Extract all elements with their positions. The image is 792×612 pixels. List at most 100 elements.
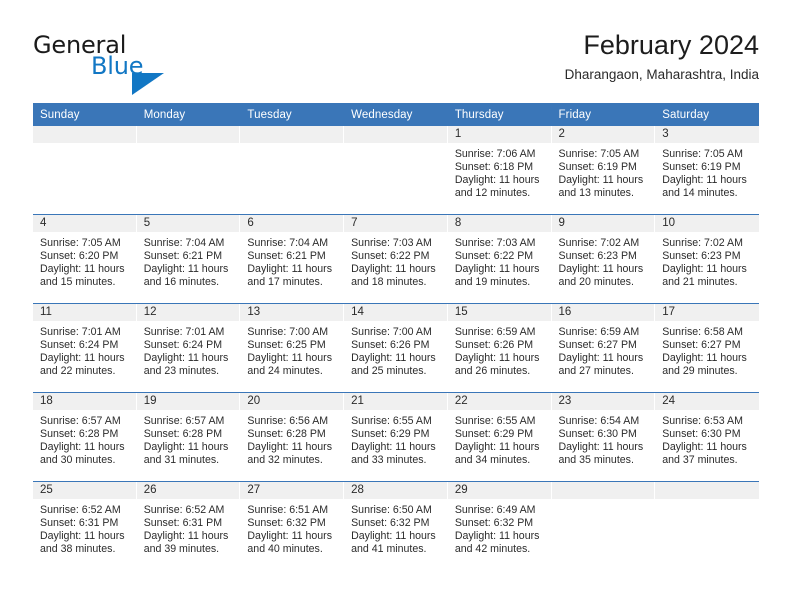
- day-cell-inner: [655, 482, 759, 570]
- calendar-day-cell[interactable]: 2 Sunrise: 7:05 AM Sunset: 6:19 PM Daylight…: [551, 126, 656, 215]
- daylight-text: Daylight: 11 hours and 23 minutes.: [143, 352, 229, 378]
- weekday-header-sunday: Sunday: [33, 103, 137, 126]
- day-number: 24: [655, 393, 759, 410]
- calendar-day-cell[interactable]: 5 Sunrise: 7:04 AM Sunset: 6:21 PM Daylight…: [136, 214, 241, 304]
- day-number: 23: [551, 393, 656, 410]
- weekday-header-saturday: Saturday: [655, 103, 759, 126]
- day-cell-inner: 12 Sunrise: 7:01 AM Sunset: 6:24 PM Dayligh…: [136, 304, 241, 392]
- sunset-text: Sunset: 6:29 PM: [351, 428, 430, 441]
- day-number: 12: [136, 304, 241, 321]
- page-header: General Blue February 2024 Dharangaon, M…: [33, 28, 759, 95]
- sunset-text: Sunset: 6:23 PM: [558, 250, 637, 263]
- sunrise-text: Sunrise: 6:57 AM: [143, 415, 225, 427]
- calendar-day-cell[interactable]: 1 Sunrise: 7:06 AM Sunset: 6:18 PM Daylight…: [447, 126, 552, 215]
- sunset-text: Sunset: 6:19 PM: [662, 161, 741, 174]
- calendar-day-cell[interactable]: 20 Sunrise: 6:56 AM Sunset: 6:28 PM Dayligh…: [240, 392, 345, 482]
- calendar-day-cell[interactable]: 4 Sunrise: 7:05 AM Sunset: 6:20 PM Daylight…: [33, 214, 137, 304]
- day-number: 6: [240, 215, 345, 232]
- calendar-day-cell[interactable]: 21 Sunrise: 6:55 AM Sunset: 6:29 PM Dayligh…: [344, 392, 448, 482]
- calendar-week-row: 18 Sunrise: 6:57 AM Sunset: 6:28 PM Dayligh…: [33, 392, 759, 482]
- daylight-text: Daylight: 11 hours and 27 minutes.: [558, 352, 644, 378]
- calendar-body: 1 Sunrise: 7:06 AM Sunset: 6:18 PM Daylight…: [33, 126, 759, 570]
- day-cell-inner: 27 Sunrise: 6:51 AM Sunset: 6:32 PM Dayligh…: [240, 482, 345, 570]
- day-cell-details: Sunrise: 6:52 AM Sunset: 6:31 PM Daylight:…: [137, 499, 241, 556]
- calendar-day-cell[interactable]: 14 Sunrise: 7:00 AM Sunset: 6:26 PM Dayligh…: [344, 303, 448, 393]
- calendar-day-cell[interactable]: 26 Sunrise: 6:52 AM Sunset: 6:31 PM Dayligh…: [136, 481, 241, 570]
- daylight-text: Daylight: 11 hours and 22 minutes.: [40, 352, 125, 378]
- calendar-day-cell[interactable]: 8 Sunrise: 7:03 AM Sunset: 6:22 PM Daylight…: [447, 214, 552, 304]
- day-cell-inner: [551, 482, 656, 570]
- daylight-text: Daylight: 11 hours and 15 minutes.: [40, 263, 125, 289]
- day-cell-inner: [344, 126, 448, 214]
- calendar-day-cell[interactable]: 25 Sunrise: 6:52 AM Sunset: 6:31 PM Dayligh…: [33, 481, 137, 570]
- day-cell-details: Sunrise: 7:00 AM Sunset: 6:26 PM Daylight:…: [344, 321, 448, 378]
- calendar-day-cell[interactable]: 11 Sunrise: 7:01 AM Sunset: 6:24 PM Dayligh…: [33, 303, 137, 393]
- daylight-text: Daylight: 11 hours and 41 minutes.: [351, 530, 436, 556]
- daylight-text: Daylight: 11 hours and 19 minutes.: [454, 263, 540, 289]
- calendar-day-cell[interactable]: 17 Sunrise: 6:58 AM Sunset: 6:27 PM Dayligh…: [655, 303, 759, 393]
- day-cell-details: Sunrise: 7:03 AM Sunset: 6:22 PM Daylight:…: [344, 232, 448, 289]
- day-number: [33, 126, 137, 143]
- calendar-day-cell[interactable]: 23 Sunrise: 6:54 AM Sunset: 6:30 PM Dayligh…: [551, 392, 656, 482]
- day-cell-inner: 15 Sunrise: 6:59 AM Sunset: 6:26 PM Dayligh…: [447, 304, 552, 392]
- calendar-day-cell[interactable]: 27 Sunrise: 6:51 AM Sunset: 6:32 PM Dayligh…: [240, 481, 345, 570]
- sunrise-text: Sunrise: 7:01 AM: [143, 326, 225, 338]
- day-cell-inner: 17 Sunrise: 6:58 AM Sunset: 6:27 PM Dayligh…: [655, 304, 759, 392]
- day-cell-inner: 25 Sunrise: 6:52 AM Sunset: 6:31 PM Dayligh…: [33, 482, 137, 570]
- day-cell-details: Sunrise: 7:06 AM Sunset: 6:18 PM Daylight:…: [448, 143, 552, 200]
- calendar-day-cell[interactable]: [136, 126, 241, 215]
- calendar-day-cell[interactable]: [344, 126, 448, 215]
- calendar-day-cell[interactable]: 7 Sunrise: 7:03 AM Sunset: 6:22 PM Daylight…: [344, 214, 448, 304]
- daylight-text: Daylight: 11 hours and 31 minutes.: [143, 441, 229, 467]
- calendar-day-cell[interactable]: 29 Sunrise: 6:49 AM Sunset: 6:32 PM Dayligh…: [447, 481, 552, 570]
- calendar-day-cell[interactable]: [655, 481, 759, 570]
- day-cell-inner: [136, 126, 241, 214]
- sunrise-text: Sunrise: 6:53 AM: [662, 415, 743, 427]
- daylight-text: Daylight: 11 hours and 21 minutes.: [662, 263, 747, 289]
- sunset-text: Sunset: 6:24 PM: [143, 339, 223, 352]
- sunrise-text: Sunrise: 6:54 AM: [558, 415, 640, 427]
- calendar-day-cell[interactable]: [551, 481, 656, 570]
- sunrise-text: Sunrise: 7:06 AM: [454, 148, 536, 160]
- daylight-text: Daylight: 11 hours and 33 minutes.: [351, 441, 436, 467]
- day-cell-inner: 13 Sunrise: 7:00 AM Sunset: 6:25 PM Dayligh…: [240, 304, 345, 392]
- calendar-day-cell[interactable]: 9 Sunrise: 7:02 AM Sunset: 6:23 PM Daylight…: [551, 214, 656, 304]
- day-cell-details: Sunrise: 7:05 AM Sunset: 6:19 PM Daylight:…: [552, 143, 656, 200]
- calendar-day-cell[interactable]: 24 Sunrise: 6:53 AM Sunset: 6:30 PM Dayligh…: [655, 392, 759, 482]
- sunrise-text: Sunrise: 6:58 AM: [662, 326, 743, 338]
- sunrise-text: Sunrise: 6:55 AM: [351, 415, 432, 427]
- sunset-text: Sunset: 6:31 PM: [40, 517, 119, 530]
- sunrise-text: Sunrise: 7:01 AM: [40, 326, 121, 338]
- calendar-day-cell[interactable]: 3 Sunrise: 7:05 AM Sunset: 6:19 PM Daylight…: [655, 126, 759, 215]
- calendar-table: Sunday Monday Tuesday Wednesday Thursday…: [33, 103, 759, 570]
- day-cell-details: Sunrise: 6:54 AM Sunset: 6:30 PM Daylight:…: [552, 410, 656, 467]
- daylight-text: Daylight: 11 hours and 16 minutes.: [143, 263, 229, 289]
- calendar-day-cell[interactable]: 6 Sunrise: 7:04 AM Sunset: 6:21 PM Daylight…: [240, 214, 345, 304]
- day-cell-details: Sunrise: 6:49 AM Sunset: 6:32 PM Daylight:…: [448, 499, 552, 556]
- day-number: [240, 126, 345, 143]
- calendar-day-cell[interactable]: 28 Sunrise: 6:50 AM Sunset: 6:32 PM Dayligh…: [344, 481, 448, 570]
- calendar-day-cell[interactable]: 19 Sunrise: 6:57 AM Sunset: 6:28 PM Dayligh…: [136, 392, 241, 482]
- day-cell-inner: 8 Sunrise: 7:03 AM Sunset: 6:22 PM Daylight…: [447, 215, 552, 303]
- calendar-day-cell[interactable]: 13 Sunrise: 7:00 AM Sunset: 6:25 PM Dayligh…: [240, 303, 345, 393]
- day-number: 25: [33, 482, 137, 499]
- day-number: 9: [551, 215, 656, 232]
- sunset-text: Sunset: 6:32 PM: [454, 517, 534, 530]
- day-cell-details: Sunrise: 6:58 AM Sunset: 6:27 PM Daylight:…: [655, 321, 759, 378]
- weekday-header-monday: Monday: [136, 103, 241, 126]
- day-cell-inner: 18 Sunrise: 6:57 AM Sunset: 6:28 PM Dayligh…: [33, 393, 137, 481]
- calendar-day-cell[interactable]: 16 Sunrise: 6:59 AM Sunset: 6:27 PM Dayligh…: [551, 303, 656, 393]
- calendar-day-cell[interactable]: [240, 126, 345, 215]
- calendar-day-cell[interactable]: 15 Sunrise: 6:59 AM Sunset: 6:26 PM Dayligh…: [447, 303, 552, 393]
- calendar-day-cell[interactable]: 10 Sunrise: 7:02 AM Sunset: 6:23 PM Dayligh…: [655, 214, 759, 304]
- day-cell-details: Sunrise: 7:05 AM Sunset: 6:19 PM Daylight:…: [655, 143, 759, 200]
- day-cell-inner: 26 Sunrise: 6:52 AM Sunset: 6:31 PM Dayligh…: [136, 482, 241, 570]
- day-number: 21: [344, 393, 448, 410]
- calendar-day-cell[interactable]: 12 Sunrise: 7:01 AM Sunset: 6:24 PM Dayligh…: [136, 303, 241, 393]
- calendar-day-cell[interactable]: [33, 126, 137, 215]
- sunrise-text: Sunrise: 6:49 AM: [454, 504, 536, 516]
- day-number: 1: [447, 126, 552, 143]
- sunrise-text: Sunrise: 6:50 AM: [351, 504, 432, 516]
- calendar-day-cell[interactable]: 22 Sunrise: 6:55 AM Sunset: 6:29 PM Dayligh…: [447, 392, 552, 482]
- calendar-day-cell[interactable]: 18 Sunrise: 6:57 AM Sunset: 6:28 PM Dayligh…: [33, 392, 137, 482]
